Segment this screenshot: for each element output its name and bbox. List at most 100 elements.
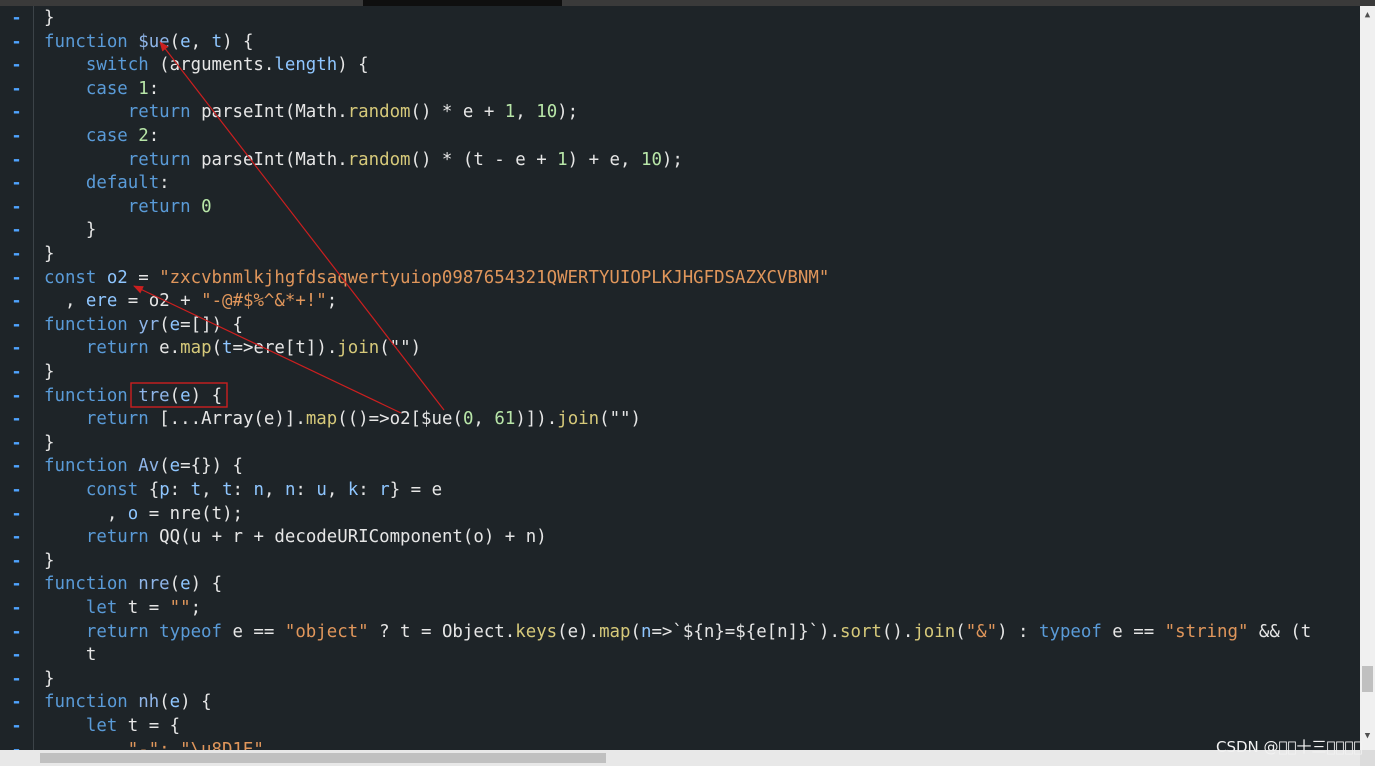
code-token: (()=> xyxy=(337,409,390,430)
code-token: } xyxy=(44,220,97,241)
gutter-marker[interactable]: - xyxy=(0,337,33,361)
gutter-marker[interactable]: - xyxy=(0,361,33,385)
code-token: ) : xyxy=(997,621,1039,642)
code-token: , xyxy=(190,31,212,52)
gutter-marker[interactable]: - xyxy=(0,455,33,479)
code-token: ( xyxy=(159,456,170,477)
code-token: return xyxy=(44,338,160,359)
code-token: ? xyxy=(368,621,401,642)
code-line: } xyxy=(44,219,96,243)
gutter-marker[interactable]: - xyxy=(0,597,33,621)
gutter-marker[interactable]: - xyxy=(0,479,33,503)
code-token: tre xyxy=(138,385,170,406)
code-token: [ xyxy=(410,409,422,430)
code-token: } xyxy=(44,432,55,453)
gutter-marker[interactable]: - xyxy=(0,644,33,668)
code-token: o2 xyxy=(389,409,411,430)
code-token: . xyxy=(337,102,348,123)
code-token: r xyxy=(232,527,243,548)
code-token: ( xyxy=(201,503,212,524)
code-token: ( xyxy=(159,314,170,335)
code-token: nh xyxy=(138,692,160,713)
code-token: = xyxy=(127,267,160,288)
vertical-scroll-thumb[interactable] xyxy=(1362,666,1373,692)
gutter-marker[interactable]: - xyxy=(0,54,33,78)
code-token: n xyxy=(253,480,264,500)
horizontal-scroll-thumb[interactable] xyxy=(40,753,606,763)
code-token: 1 xyxy=(504,102,516,123)
code-line: return typeof e == "object" ? t = Object… xyxy=(44,621,1311,645)
code-line: case 2: xyxy=(44,125,159,149)
code-token: ere xyxy=(253,338,285,359)
gutter-marker[interactable]: - xyxy=(0,125,33,149)
gutter-marker[interactable]: - xyxy=(0,668,33,692)
code-token: = xyxy=(138,503,170,524)
code-token: "string" xyxy=(1164,621,1249,642)
code-token: ) + xyxy=(483,527,526,548)
code-token: Math xyxy=(295,149,338,170)
code-token: + xyxy=(243,527,275,548)
code-line: return 0 xyxy=(44,196,212,220)
gutter-marker[interactable]: - xyxy=(0,550,33,574)
gutter-marker[interactable]: - xyxy=(0,172,33,196)
gutter-marker[interactable]: - xyxy=(0,503,33,527)
code-token: , xyxy=(620,149,641,170)
code-token: default xyxy=(44,173,160,194)
gutter-marker[interactable]: - xyxy=(0,691,33,715)
code-token: keys xyxy=(515,621,558,642)
code-token: arguments xyxy=(169,55,264,76)
gutter-marker[interactable]: - xyxy=(0,526,33,550)
code-token: ("") xyxy=(379,338,422,359)
gutter-marker[interactable]: - xyxy=(0,219,33,243)
code-token: () * xyxy=(410,102,463,123)
code-token: ) { xyxy=(180,692,212,713)
code-token: ( xyxy=(955,621,966,642)
code-line: default: xyxy=(44,172,170,196)
code-token: 1 xyxy=(557,149,568,170)
gutter-marker[interactable]: - xyxy=(0,101,33,125)
code-token: nre xyxy=(169,503,202,524)
gutter-marker[interactable]: - xyxy=(0,290,33,314)
gutter-marker[interactable]: - xyxy=(0,573,33,597)
gutter-marker[interactable]: - xyxy=(0,31,33,55)
code-token: let xyxy=(44,716,128,736)
line-gutter: -------------------------------- xyxy=(0,6,34,750)
gutter-marker[interactable]: - xyxy=(0,196,33,220)
code-token: k xyxy=(347,480,359,500)
code-token: return xyxy=(44,409,160,430)
gutter-marker[interactable]: - xyxy=(0,267,33,291)
code-line: case 1: xyxy=(44,78,159,102)
gutter-marker[interactable]: - xyxy=(0,314,33,338)
code-editor[interactable]: -------------------------------- } functi… xyxy=(0,6,1360,750)
code-token: t xyxy=(190,480,202,500)
code-line: return parseInt(Math.random() * e + 1, 1… xyxy=(44,101,578,125)
code-token: map xyxy=(180,338,212,359)
code-token: - xyxy=(483,149,516,170)
gutter-marker[interactable]: - xyxy=(0,408,33,432)
code-token: ) { xyxy=(190,574,223,595)
code-token: map xyxy=(599,621,631,642)
gutter-marker[interactable]: - xyxy=(0,621,33,645)
code-area[interactable]: } function $ue(e, t) { switch (arguments.… xyxy=(44,6,1360,750)
gutter-marker[interactable]: - xyxy=(0,78,33,102)
code-token: t xyxy=(295,338,306,359)
code-token: } = xyxy=(389,480,432,500)
code-token: ; xyxy=(190,598,202,618)
horizontal-scrollbar[interactable] xyxy=(0,750,1360,766)
code-token: case xyxy=(44,126,139,146)
vertical-scrollbar[interactable]: ▲ ▼ xyxy=(1360,6,1375,750)
gutter-marker[interactable]: - xyxy=(0,243,33,267)
code-token: ); xyxy=(222,503,244,524)
gutter-marker[interactable]: - xyxy=(0,432,33,456)
code-token: ) { xyxy=(190,385,223,406)
code-token: + xyxy=(525,149,558,170)
code-token: 10 xyxy=(536,102,558,123)
scroll-up-icon[interactable]: ▲ xyxy=(1360,8,1375,23)
gutter-marker[interactable]: - xyxy=(0,715,33,739)
gutter-marker[interactable]: - xyxy=(0,739,33,750)
code-token: . xyxy=(504,621,516,642)
gutter-marker[interactable]: - xyxy=(0,7,33,31)
gutter-marker[interactable]: - xyxy=(0,385,33,409)
code-token: . xyxy=(337,149,348,170)
gutter-marker[interactable]: - xyxy=(0,149,33,173)
